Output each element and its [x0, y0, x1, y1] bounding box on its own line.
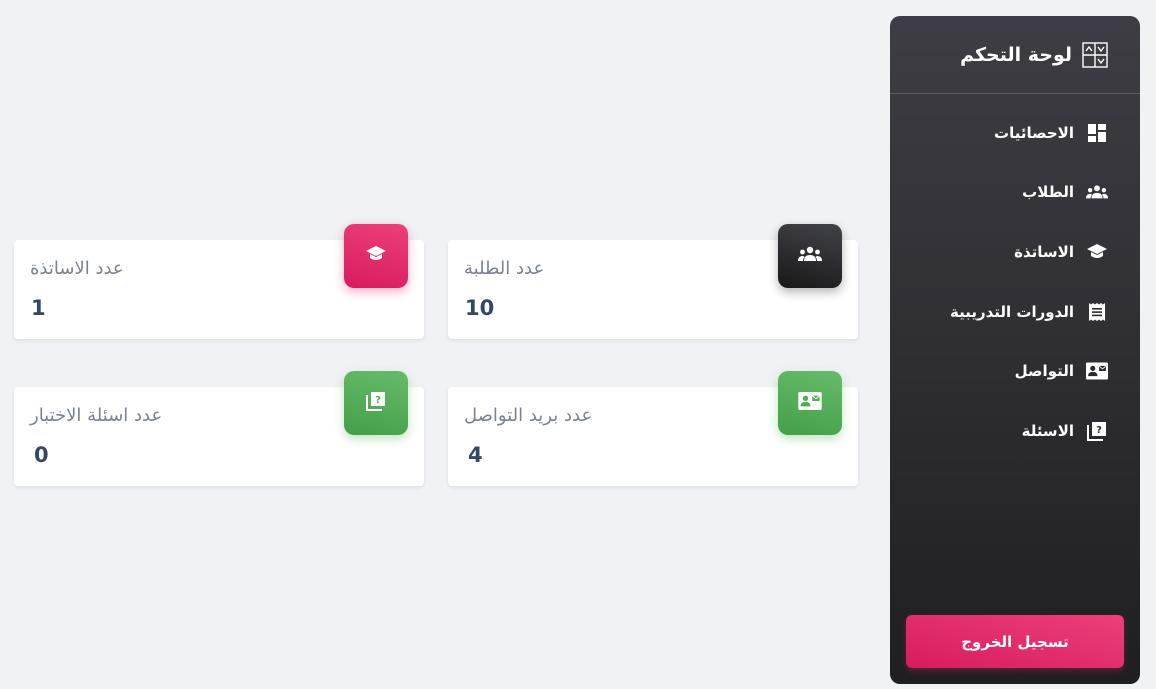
sidebar-item-courses[interactable]: الدورات التدريبية [890, 282, 1140, 342]
card-questions: ? عدد اسئلة الاختبار 0 [14, 371, 424, 486]
sidebar-title: لوحة التحكم [960, 43, 1072, 66]
contact-mail-icon [798, 392, 822, 414]
card-value: 0 [34, 443, 49, 467]
card-badge [778, 371, 842, 435]
groups-icon [798, 246, 822, 266]
card-value: 1 [31, 296, 46, 320]
contact-mail-icon [1086, 360, 1108, 382]
sidebar-item-label: التواصل [1014, 362, 1074, 381]
dashboard-icon [1080, 40, 1110, 70]
card-value: 4 [468, 443, 483, 467]
sidebar-item-label: الاحصائيات [994, 123, 1074, 142]
card-teachers: عدد الاساتذة 1 [14, 224, 424, 339]
card-contact: عدد بريد التواصل 4 [448, 371, 858, 486]
card-label: عدد بريد التواصل [464, 405, 593, 426]
sidebar: لوحة التحكم الاحصائيات الطلاب الاساتذة ا… [890, 16, 1140, 684]
sidebar-item-label: الاسئلة [1021, 421, 1074, 440]
card-students: عدد الطلبة 10 [448, 224, 858, 339]
card-badge: ? [344, 371, 408, 435]
sidebar-item-contact[interactable]: التواصل [890, 341, 1140, 401]
card-badge [344, 224, 408, 288]
card-badge [778, 224, 842, 288]
quiz-icon: ? [1086, 420, 1108, 442]
logout-button[interactable]: تسجيل الخروج [906, 615, 1124, 668]
card-label: عدد الطلبة [464, 258, 545, 279]
sidebar-nav: الاحصائيات الطلاب الاساتذة الدورات التدر… [890, 94, 1140, 461]
svg-text:?: ? [375, 395, 381, 406]
sidebar-item-label: الاساتذة [1014, 242, 1074, 261]
card-label: عدد الاساتذة [30, 258, 124, 279]
sidebar-brand[interactable]: لوحة التحكم [890, 16, 1140, 94]
quiz-icon: ? [366, 391, 386, 415]
receipt-icon [1086, 301, 1108, 323]
card-value: 10 [465, 296, 495, 320]
sidebar-item-students[interactable]: الطلاب [890, 163, 1140, 223]
groups-icon [1086, 181, 1108, 203]
sidebar-item-questions[interactable]: الاسئلة ? [890, 401, 1140, 461]
dashboard-grid-icon [1086, 122, 1108, 144]
sidebar-item-label: الدورات التدريبية [949, 302, 1074, 321]
school-icon [1086, 241, 1108, 263]
sidebar-item-label: الطلاب [1022, 183, 1074, 202]
sidebar-item-teachers[interactable]: الاساتذة [890, 222, 1140, 282]
sidebar-item-statistics[interactable]: الاحصائيات [890, 103, 1140, 163]
svg-text:?: ? [1096, 425, 1102, 436]
school-icon [365, 245, 387, 267]
card-label: عدد اسئلة الاختبار [30, 405, 163, 426]
